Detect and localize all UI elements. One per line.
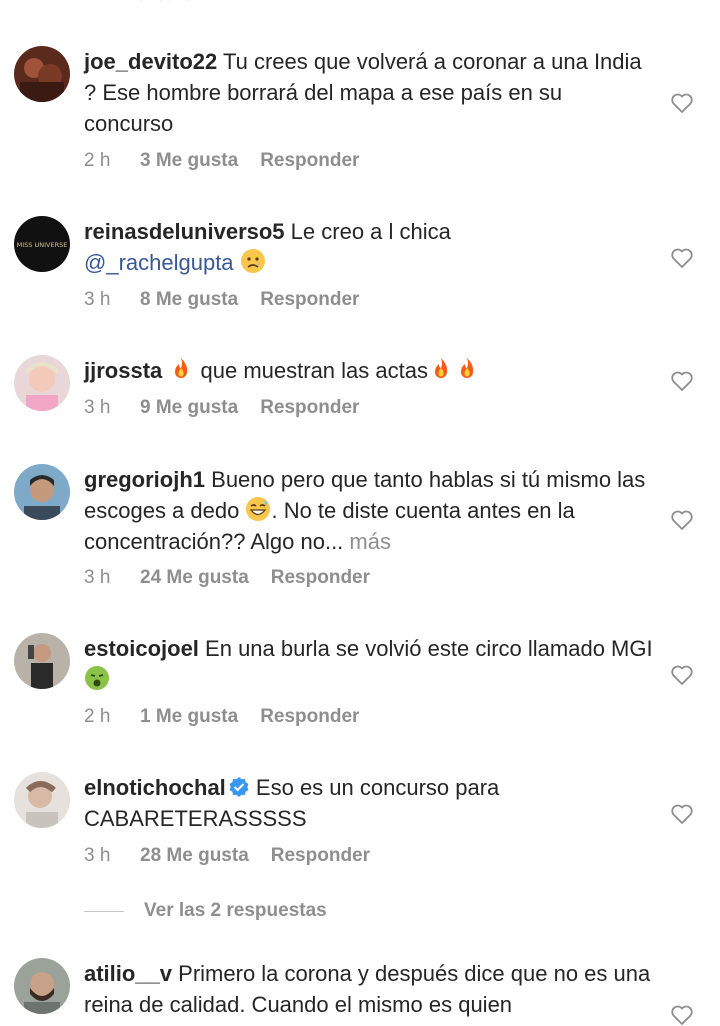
fire-emoji	[454, 356, 480, 382]
reply-button[interactable]: Responder	[260, 397, 359, 419]
comment-username[interactable]: reinasdeluniverso5	[84, 219, 285, 244]
heart-outline-icon[interactable]	[670, 664, 694, 686]
comment-username[interactable]: atilio__v	[84, 961, 172, 986]
reply-button[interactable]: Responder	[271, 845, 370, 867]
mention-link[interactable]: @_rachelgupta	[84, 250, 234, 275]
comment-likes[interactable]: 9 Me gusta	[140, 397, 238, 419]
comment-text: Le creo a l chica	[290, 219, 451, 244]
comment-likes[interactable]: 28 Me gusta	[140, 845, 249, 867]
nauseated-emoji	[84, 665, 110, 691]
heart-outline-icon[interactable]	[670, 92, 694, 114]
comment-likes[interactable]: 1 Me gusta	[140, 706, 238, 728]
comment-username[interactable]: estoicojoel	[84, 636, 199, 661]
reply-button[interactable]: Responder	[260, 150, 359, 172]
grin-sweat-emoji	[245, 496, 271, 522]
fire-emoji	[168, 356, 194, 382]
reply-button[interactable]: Responder	[260, 706, 359, 728]
replies-divider	[84, 910, 124, 912]
avatar[interactable]	[14, 958, 70, 1014]
comment-time: 3 h	[84, 567, 111, 588]
comment-username[interactable]: gregoriojh1	[84, 467, 205, 492]
heart-outline-icon[interactable]	[670, 370, 694, 392]
more-link[interactable]: más	[349, 529, 391, 554]
comment-likes[interactable]: 24 Me gusta	[140, 567, 249, 589]
verified-badge-icon	[228, 776, 250, 798]
heart-outline-icon[interactable]	[670, 803, 694, 825]
previous-comment-fragment: ⌒ ⌒	[0, 0, 720, 2]
comment-time: 3 h	[84, 845, 111, 866]
reply-button[interactable]: Responder	[271, 567, 370, 589]
avatar[interactable]	[14, 772, 70, 828]
comment-time: 2 h	[84, 150, 111, 171]
avatar[interactable]	[14, 633, 70, 689]
avatar[interactable]	[14, 46, 70, 102]
heart-outline-icon[interactable]	[670, 247, 694, 269]
comment-text: En una burla se volvió este circo llamad…	[205, 636, 653, 661]
view-replies-button[interactable]: Ver las 2 respuestas	[84, 900, 327, 922]
reply-button[interactable]: Responder	[260, 289, 359, 311]
comment-time: 3 h	[84, 289, 111, 310]
comment-likes[interactable]: 3 Me gusta	[140, 150, 238, 172]
avatar[interactable]: MISS UNIVERSE	[14, 216, 70, 272]
comment-username[interactable]: jjrossta	[84, 358, 162, 383]
sad-emoji	[240, 248, 266, 274]
comment-username[interactable]: elnotichochal	[84, 775, 226, 800]
comment-text: que muestran las actas	[200, 358, 428, 383]
fire-emoji	[428, 356, 454, 382]
heart-outline-icon[interactable]	[670, 1004, 694, 1026]
comment-likes[interactable]: 8 Me gusta	[140, 289, 238, 311]
comment-time: 3 h	[84, 397, 111, 418]
comment-username[interactable]: joe_devito22	[84, 49, 217, 74]
avatar[interactable]	[14, 464, 70, 520]
comment-time: 2 h	[84, 706, 111, 727]
avatar[interactable]	[14, 355, 70, 411]
view-replies-label: Ver las 2 respuestas	[144, 900, 327, 921]
avatar-logo-text: MISS UNIVERSE	[17, 241, 68, 249]
heart-outline-icon[interactable]	[670, 509, 694, 531]
